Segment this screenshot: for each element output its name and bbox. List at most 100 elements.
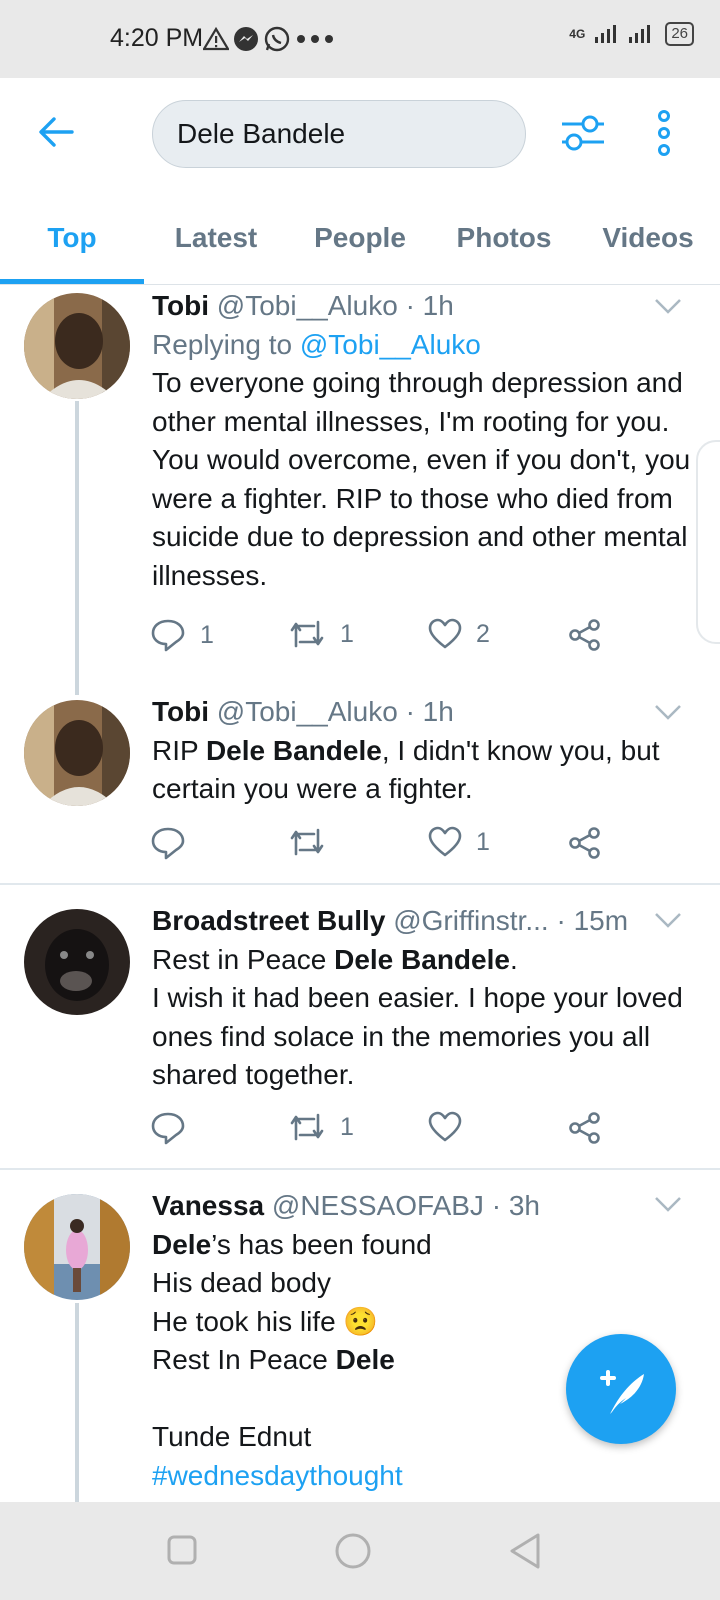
reply-button[interactable]: 1 <box>150 618 214 652</box>
reply-icon <box>151 619 185 652</box>
battery-indicator: 26 <box>665 22 694 46</box>
tab-photos[interactable]: Photos <box>432 208 576 284</box>
tab-videos[interactable]: Videos <box>576 208 720 284</box>
notification-icons <box>203 24 339 54</box>
like-count: 1 <box>476 827 490 856</box>
tweet-meta: Vanessa @NESSAOFABJ · 3h <box>152 1187 692 1226</box>
avatar-tobi[interactable] <box>24 700 130 806</box>
tab-people[interactable]: People <box>288 208 432 284</box>
divider <box>0 883 720 885</box>
status-bar: 4:20 PM 4G 26 <box>0 0 720 78</box>
tweet-text-line: Rest in Peace Dele Bandele. <box>152 941 692 980</box>
tab-latest[interactable]: Latest <box>144 208 288 284</box>
hashtag-link[interactable]: #wednesdaythought <box>152 1457 692 1496</box>
search-input[interactable]: Dele Bandele <box>152 100 526 168</box>
chevron-down-icon[interactable] <box>654 1195 682 1213</box>
reply-icon <box>151 1112 185 1145</box>
retweet-count: 1 <box>340 1112 354 1141</box>
avatar-tobi[interactable] <box>24 293 130 399</box>
avatar-broadstreet-bully[interactable] <box>24 909 130 1015</box>
tweet-author-name[interactable]: Broadstreet Bully <box>152 905 385 936</box>
tweet-meta: Tobi @Tobi__Aluko · 1h <box>152 287 692 326</box>
retweet-icon <box>290 620 324 648</box>
tweet-text-part: Rest In Peace <box>152 1344 336 1375</box>
retweet-count: 1 <box>340 619 354 648</box>
retweet-button[interactable]: 1 <box>288 1111 354 1143</box>
tweet-time: · 15m <box>556 905 629 936</box>
like-button[interactable]: 1 <box>428 826 490 858</box>
tweet-author-handle[interactable]: @Tobi__Aluko <box>217 696 398 727</box>
tweet-feed: Tobi @Tobi__Aluko · 1h Replying to @Tobi… <box>0 285 720 1502</box>
tweet-text-line: Dele’s has been found <box>152 1226 692 1265</box>
retweet-icon <box>290 1113 324 1141</box>
filter-icon[interactable] <box>560 112 606 154</box>
tweet-actions: 1 <box>150 826 620 866</box>
tweet-text-part: ’s has been found <box>211 1228 432 1260</box>
tweet-author-handle[interactable]: @NESSAOFABJ <box>272 1190 484 1221</box>
share-button[interactable] <box>568 618 602 652</box>
chevron-down-icon[interactable] <box>654 911 682 929</box>
like-count: 2 <box>476 619 490 648</box>
warning-icon <box>203 27 229 51</box>
highlighted-term: Dele Bandele <box>205 734 382 766</box>
share-icon <box>569 827 600 859</box>
avatar-vanessa[interactable] <box>24 1194 130 1300</box>
home-icon[interactable] <box>334 1532 372 1570</box>
chevron-down-icon[interactable] <box>654 297 682 315</box>
like-button[interactable] <box>428 1111 476 1143</box>
tweet-author-handle[interactable]: @Tobi__Aluko <box>217 290 398 321</box>
recents-icon[interactable] <box>166 1534 198 1566</box>
tweet-text: RIP Dele Bandele, I didn't know you, but… <box>152 732 692 809</box>
replying-to-handle[interactable]: @Tobi__Aluko <box>300 329 481 360</box>
tweet-author-name[interactable]: Tobi <box>152 696 209 727</box>
heart-icon <box>428 1111 462 1142</box>
network-type: 4G <box>569 27 586 41</box>
highlighted-term: Dele <box>152 1228 212 1260</box>
retweet-button[interactable]: 1 <box>288 618 354 650</box>
tweet-text-part: . <box>509 943 518 975</box>
chevron-down-icon[interactable] <box>654 703 682 721</box>
tweet-text-line: His dead body <box>152 1267 332 1298</box>
replying-to: Replying to @Tobi__Aluko <box>152 326 692 365</box>
share-icon <box>569 1112 600 1144</box>
reply-icon <box>151 827 185 860</box>
search-header: Dele Bandele Top Latest People Photos Vi… <box>0 78 720 285</box>
scroll-indicator[interactable] <box>696 440 720 644</box>
reply-button[interactable] <box>150 1111 200 1145</box>
tweet-text: To everyone going through depression and… <box>152 367 691 591</box>
tweet-meta: Tobi @Tobi__Aluko · 1h <box>152 693 692 732</box>
tweet-meta: Broadstreet Bully @Griffinstr... · 15m <box>152 902 692 941</box>
highlighted-term: Dele Bandele <box>334 943 510 975</box>
like-button[interactable]: 2 <box>428 618 490 650</box>
search-query: Dele Bandele <box>177 118 346 149</box>
share-icon <box>569 619 600 651</box>
heart-icon <box>428 618 462 649</box>
reply-button[interactable] <box>150 826 200 860</box>
tweet-author-name[interactable]: Vanessa <box>152 1190 264 1221</box>
more-options-icon[interactable] <box>654 110 674 156</box>
divider <box>0 1168 720 1170</box>
replying-to-label: Replying to <box>152 328 300 360</box>
compose-tweet-button[interactable] <box>566 1334 676 1444</box>
reply-count: 1 <box>200 620 214 649</box>
back-arrow-icon[interactable] <box>36 112 76 152</box>
tweet-time: · 1h <box>405 696 454 727</box>
tab-top[interactable]: Top <box>0 208 144 284</box>
thread-line <box>75 401 79 695</box>
back-icon[interactable] <box>508 1532 542 1570</box>
tweet-author-handle[interactable]: @Griffinstr... <box>393 905 549 936</box>
status-time: 4:20 PM <box>110 24 204 52</box>
retweet-button[interactable] <box>288 826 340 858</box>
thread-line <box>75 1303 79 1502</box>
tweet-text-part: Rest in Peace <box>152 943 335 975</box>
more-notifications-icon <box>297 35 333 43</box>
tweet-actions: 1 <box>150 1111 620 1151</box>
tweet-author-name[interactable]: Tobi <box>152 290 209 321</box>
share-button[interactable] <box>568 1111 602 1145</box>
search-tabs: Top Latest People Photos Videos <box>0 208 720 284</box>
retweet-icon <box>290 828 324 856</box>
tweet-actions: 1 1 2 <box>150 618 620 658</box>
share-button[interactable] <box>568 826 602 860</box>
system-navigation-bar <box>0 1502 720 1600</box>
messenger-icon <box>234 27 258 51</box>
